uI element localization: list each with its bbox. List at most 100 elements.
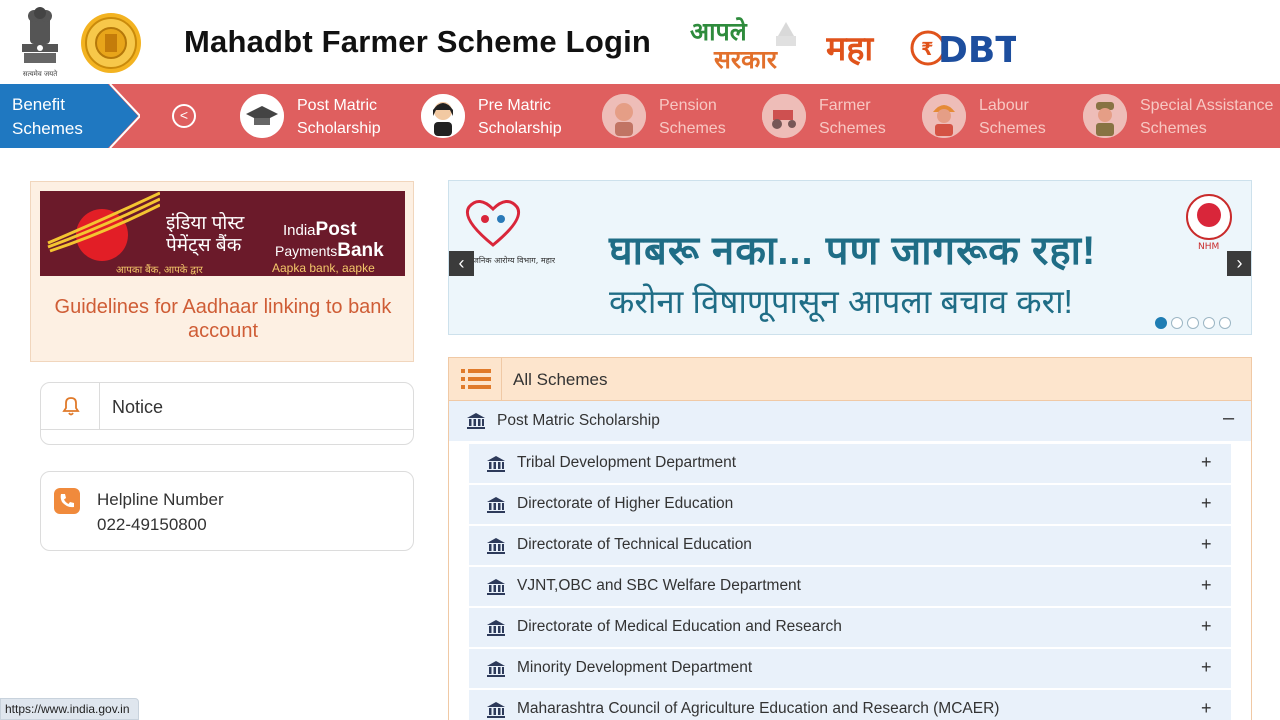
carousel-subheadline: करोना विषाणूपासून आपला बचाव करा! <box>609 283 1073 320</box>
expand-toggle[interactable]: + <box>1201 698 1212 719</box>
announcement-carousel[interactable]: सार्वजनिक आरोग्य विभाग, महाराष्ट्र शासन … <box>448 180 1252 335</box>
chevron-left-circle-icon[interactable]: < <box>172 104 196 128</box>
department-row[interactable]: Directorate of Higher Education + <box>469 485 1231 524</box>
divider <box>501 358 502 401</box>
expand-toggle[interactable]: + <box>1201 452 1212 473</box>
expand-toggle[interactable]: + <box>1201 575 1212 596</box>
nav-label-line1: Special Assistance <box>1140 97 1274 114</box>
department-row[interactable]: Directorate of Technical Education + <box>469 526 1231 565</box>
all-schemes-title: All Schemes <box>513 370 608 389</box>
carousel-dot-1[interactable] <box>1155 317 1167 329</box>
carousel-headline: घाबरू नका... पण जागरूक रहा! <box>609 229 1097 273</box>
notice-panel[interactable]: Notice <box>40 382 414 445</box>
nav-label-line2: Schemes <box>1140 120 1207 137</box>
notice-label: Notice <box>112 397 164 417</box>
list-icon <box>461 369 491 389</box>
bank-building-icon <box>487 538 505 554</box>
elderly-man-icon <box>602 94 646 138</box>
status-bar-url: https://www.india.gov.in <box>0 698 139 720</box>
bank-building-icon <box>487 620 505 636</box>
nav-label-line2: Schemes <box>659 120 726 137</box>
nav-label-line2: Scholarship <box>478 120 562 137</box>
bank-en-post: Post <box>315 219 357 240</box>
aaple-text: आपले <box>690 17 748 46</box>
collapse-toggle[interactable]: – <box>1223 407 1234 430</box>
expand-toggle[interactable]: + <box>1201 534 1212 555</box>
student-girl-icon <box>421 94 465 138</box>
soldier-icon <box>1083 94 1127 138</box>
carousel-dot-2[interactable] <box>1171 317 1183 329</box>
scheme-group-post-matric-scholarship[interactable]: Post Matric Scholarship – <box>449 401 1251 441</box>
expand-toggle[interactable]: + <box>1201 657 1212 678</box>
bell-icon <box>62 397 80 416</box>
phone-icon <box>60 494 74 508</box>
rupee-symbol-icon: ₹ <box>921 39 934 60</box>
carousel-dot-3[interactable] <box>1187 317 1199 329</box>
india-post-payments-bank-banner[interactable]: इंडिया पोस्ट पेमेंट्स बैंक IndiaPost Paym… <box>40 191 405 276</box>
bank-building-icon <box>467 413 485 429</box>
emblem-caption: सत्यमेव जयते <box>23 69 58 78</box>
expand-toggle[interactable]: + <box>1201 493 1212 514</box>
national-emblem-icon: सत्यमेव जयते <box>22 7 58 78</box>
department-row[interactable]: Directorate of Medical Education and Res… <box>469 608 1231 647</box>
nav-label-line1: Farmer <box>819 97 871 114</box>
graduation-cap-icon <box>240 94 284 138</box>
scheme-group-label: Post Matric Scholarship <box>497 412 660 429</box>
nav-label-line2: Schemes <box>979 120 1046 137</box>
divider <box>41 429 413 430</box>
department-row[interactable]: Minority Development Department + <box>469 649 1231 688</box>
site-header: सत्यमेव जयते Mahadbt Farmer Scheme Login… <box>0 0 1280 84</box>
department-row[interactable]: VJNT,OBC and SBC Welfare Department + <box>469 567 1231 606</box>
public-health-caption: सार्वजनिक आरोग्य विभाग, महाराष्ट्र शासन <box>461 255 555 265</box>
expand-toggle[interactable]: + <box>1201 616 1212 637</box>
nhm-logo: NHM <box>1186 194 1232 252</box>
all-schemes-header: All Schemes <box>449 358 1251 401</box>
nav-label-line1: Post Matric <box>297 97 378 114</box>
department-label: Tribal Development Department <box>517 454 737 471</box>
carousel-indicators <box>1155 316 1235 334</box>
nav-label-line2: Schemes <box>819 120 886 137</box>
mahadbt-logo: महा ₹ DBT <box>826 29 1016 71</box>
carousel-dot-5[interactable] <box>1219 317 1231 329</box>
maharashtra-seal-icon <box>81 13 141 73</box>
worker-helmet-icon <box>922 94 966 138</box>
bank-building-icon <box>487 702 505 718</box>
aaple-sarkar-logo: आपले सरकार <box>690 17 796 72</box>
bank-en-bank: Bank <box>337 240 384 261</box>
aadhaar-linking-card[interactable]: इंडिया पोस्ट पेमेंट्स बैंक IndiaPost Paym… <box>30 181 414 362</box>
carousel-dot-4[interactable] <box>1203 317 1215 329</box>
department-row[interactable]: Tribal Development Department + <box>469 444 1231 483</box>
department-label: Maharashtra Council of Agriculture Educa… <box>517 700 1000 717</box>
nav-label-line2: Scholarship <box>297 120 381 137</box>
bank-tagline-hindi: आपका बैंक, आपके द्वार <box>116 265 203 276</box>
bank-building-icon <box>487 497 505 513</box>
scheme-nav-bar: Benefit Schemes < Post Matric Scholarship… <box>0 84 1280 148</box>
tractor-icon <box>762 94 806 138</box>
dbt-text: DBT <box>938 30 1016 71</box>
nav-label-line1: Pre Matric <box>478 97 551 114</box>
department-row[interactable]: Maharashtra Council of Agriculture Educa… <box>469 690 1231 720</box>
bank-building-icon <box>487 456 505 472</box>
department-label: Directorate of Medical Education and Res… <box>517 618 842 635</box>
nhm-caption: NHM <box>1198 242 1219 252</box>
department-label: VJNT,OBC and SBC Welfare Department <box>517 577 801 594</box>
carousel-prev-button[interactable]: ‹ <box>449 251 474 276</box>
bank-hindi-line2: पेमेंट्स बैंक <box>166 235 242 256</box>
benefit-schemes-tab[interactable]: Benefit Schemes <box>0 84 140 148</box>
department-label: Directorate of Technical Education <box>517 536 752 553</box>
bank-building-icon <box>487 661 505 677</box>
nav-label-line1: Pension <box>659 97 717 114</box>
maha-text: महा <box>826 29 874 69</box>
aadhaar-linking-guidelines-link[interactable]: Guidelines for Aadhaar linking to bank a… <box>31 295 415 343</box>
department-label: Minority Development Department <box>517 659 753 676</box>
department-label: Directorate of Higher Education <box>517 495 734 512</box>
bank-tagline-english: Aapka bank, aapke dwaar <box>272 261 375 276</box>
sarkar-text: सरकार <box>713 45 779 72</box>
helpline-label: Helpline Number <box>97 490 224 509</box>
carousel-next-button[interactable]: › <box>1227 251 1251 276</box>
all-schemes-panel: All Schemes Post Matric Scholarship – Tr… <box>448 357 1252 720</box>
helpline-panel: Helpline Number 022-49150800 <box>40 471 414 551</box>
nav-label-line1: Labour <box>979 97 1029 114</box>
page-title: Mahadbt Farmer Scheme Login <box>184 24 652 59</box>
helpline-number[interactable]: 022-49150800 <box>97 515 207 535</box>
